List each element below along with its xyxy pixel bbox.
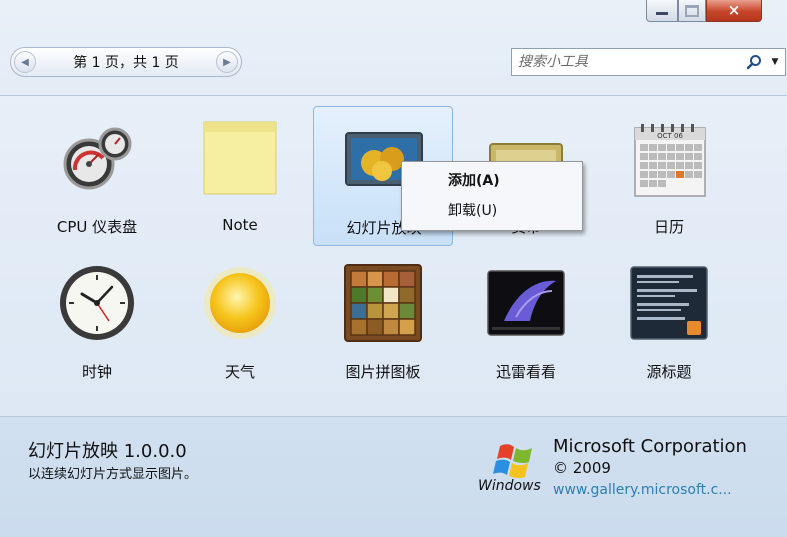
search-icon [746,55,761,70]
gadget-label: 迅雷看看 [495,363,556,381]
page-navigator: ◀ 第 1 页，共 1 页 ▶ [10,47,242,77]
gadget-detail-description: 以连续幻灯片方式显示图片。 [28,467,198,482]
windows-logo-text: Windows [478,478,541,494]
gadget-label: Note [222,216,258,234]
chevron-down-icon: ▼ [771,57,779,67]
gadget-tile-note[interactable]: Note [170,106,310,246]
minimize-button[interactable] [646,0,678,22]
close-button[interactable]: × [706,0,762,22]
search-box: ▼ [511,48,786,76]
gadget-label: 源标题 [646,363,692,381]
maximize-icon [685,4,699,17]
context-menu: 添加(A) 卸载(U) [401,161,583,231]
video-player-icon [487,270,565,336]
gadget-label: 图片拼图板 [345,363,421,381]
chevron-right-icon: ▶ [223,56,231,68]
next-page-button[interactable]: ▶ [216,51,238,73]
gadget-tile-clock[interactable]: 时钟 [27,251,167,391]
previous-page-button[interactable]: ◀ [14,51,36,73]
search-dropdown-button[interactable]: ▼ [765,50,785,74]
calendar-icon: OCT 06 [634,124,706,197]
gadget-label: 时钟 [81,363,112,381]
gadget-tile-cpu[interactable]: CPU 仪表盘 [27,106,167,246]
gadget-publisher: Microsoft Corporation [553,436,747,457]
close-icon: × [727,1,741,19]
maximize-button[interactable] [678,0,706,22]
gadget-tile-calendar[interactable]: OCT 06 日历 [599,106,739,246]
gadget-tile-video[interactable]: 迅雷看看 [456,251,596,391]
window-controls: × [646,0,762,22]
gadget-label: 天气 [224,363,255,381]
feed-headlines-icon [630,266,708,340]
gadget-copyright: © 2009 [553,459,611,477]
gadget-tile-puzzle[interactable]: 图片拼图板 [313,251,453,391]
page-indicator: 第 1 页，共 1 页 [73,55,179,71]
gadget-url-link[interactable]: www.gallery.microsoft.c... [553,482,732,498]
gadget-gallery-window: × ◀ 第 1 页，共 1 页 ▶ ▼ [0,0,787,537]
minimize-icon [656,12,668,15]
clock-icon [60,266,134,340]
context-menu-uninstall[interactable]: 卸载(U) [448,200,497,220]
search-input[interactable] [512,50,743,74]
context-menu-add[interactable]: 添加(A) [448,170,500,190]
calendar-month: OCT 06 [657,132,683,140]
cpu-meter-icon [63,127,132,190]
sticky-note-icon [203,121,277,195]
search-button[interactable] [743,50,765,74]
gadget-tile-weather[interactable]: 天气 [170,251,310,391]
gadget-tile-feeds[interactable]: 源标题 [599,251,739,391]
gadget-detail-title: 幻灯片放映 1.0.0.0 [28,441,187,462]
weather-sun-icon [204,267,276,339]
chevron-left-icon: ◀ [21,56,29,68]
gadget-gallery: CPU 仪表盘 Note 幻灯片放映 货币 [0,95,787,417]
picture-puzzle-icon [344,264,422,342]
gadget-label: 日历 [653,218,684,236]
gadget-label: CPU 仪表盘 [56,218,138,236]
